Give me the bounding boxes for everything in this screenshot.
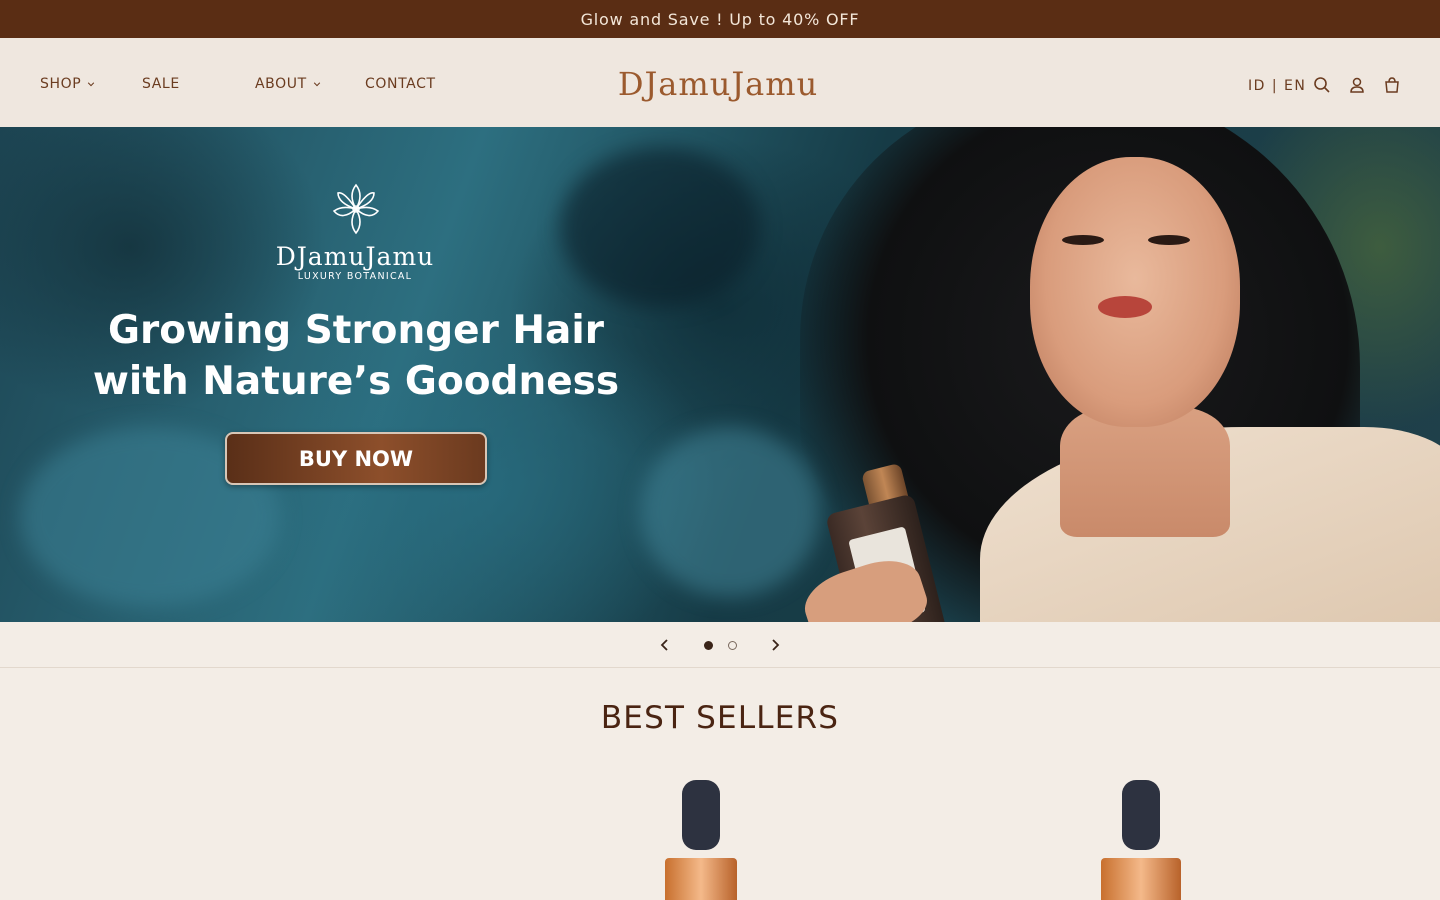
- nav-sale-label: SALE: [142, 76, 180, 92]
- site-logo[interactable]: DJamuJamu: [605, 64, 831, 104]
- slider-controls: [0, 622, 1440, 668]
- hero-model-face: [1030, 157, 1240, 427]
- nav-contact[interactable]: CONTACT: [365, 76, 436, 92]
- site-header: SHOP SALE ABOUT CONTACT DJamuJamu ID | E…: [0, 38, 1440, 127]
- hero-headline-line1: Growing Stronger Hair: [108, 308, 604, 353]
- nav-contact-label: CONTACT: [365, 76, 436, 92]
- hero-banner[interactable]: DJamuJamu LUXURY BOTANICAL Growing Stron…: [0, 127, 1440, 622]
- flower-logo-icon: [332, 183, 380, 235]
- nav-shop[interactable]: SHOP: [40, 76, 95, 92]
- hero-foliage: [640, 427, 820, 597]
- search-icon[interactable]: [1311, 74, 1333, 96]
- hero-brand-name: DJamuJamu: [275, 242, 435, 271]
- nav-about[interactable]: ABOUT: [255, 76, 321, 92]
- nav-shop-label: SHOP: [40, 76, 82, 92]
- slide-dot[interactable]: [728, 641, 737, 650]
- best-sellers-title: BEST SELLERS: [600, 700, 840, 736]
- logo-text: DJamuJamu: [617, 65, 819, 103]
- language-label: ID | EN: [1248, 78, 1307, 94]
- hero-model-lips: [1098, 296, 1152, 318]
- hero-model-eye: [1062, 235, 1104, 245]
- hero-headline-line2: with Nature’s Goodness: [92, 359, 620, 404]
- chevron-down-icon: [313, 82, 320, 87]
- nav-sale[interactable]: SALE: [142, 76, 180, 92]
- hero-foliage: [560, 147, 760, 307]
- slide-dot-active[interactable]: [704, 641, 713, 650]
- next-slide-icon[interactable]: [764, 634, 786, 656]
- hero-headline: Growing Stronger Hair with Nature’s Good…: [60, 305, 652, 407]
- buy-now-button[interactable]: BUY NOW: [225, 432, 487, 485]
- hero-model-eye: [1148, 235, 1190, 245]
- announcement-text: Glow and Save ! Up to 40% OFF: [580, 9, 860, 29]
- language-switcher[interactable]: ID | EN: [1248, 78, 1306, 94]
- buy-now-label: BUY NOW: [298, 446, 414, 471]
- hero-brand-tagline: LUXURY BOTANICAL: [297, 271, 413, 282]
- nav-about-label: ABOUT: [255, 76, 307, 92]
- account-icon[interactable]: [1346, 74, 1368, 96]
- chevron-down-icon: [88, 82, 95, 87]
- product-image[interactable]: [656, 780, 746, 900]
- cart-icon[interactable]: [1381, 74, 1403, 96]
- previous-slide-icon[interactable]: [654, 634, 676, 656]
- product-image[interactable]: [1096, 780, 1186, 900]
- announcement-bar: Glow and Save ! Up to 40% OFF: [0, 0, 1440, 38]
